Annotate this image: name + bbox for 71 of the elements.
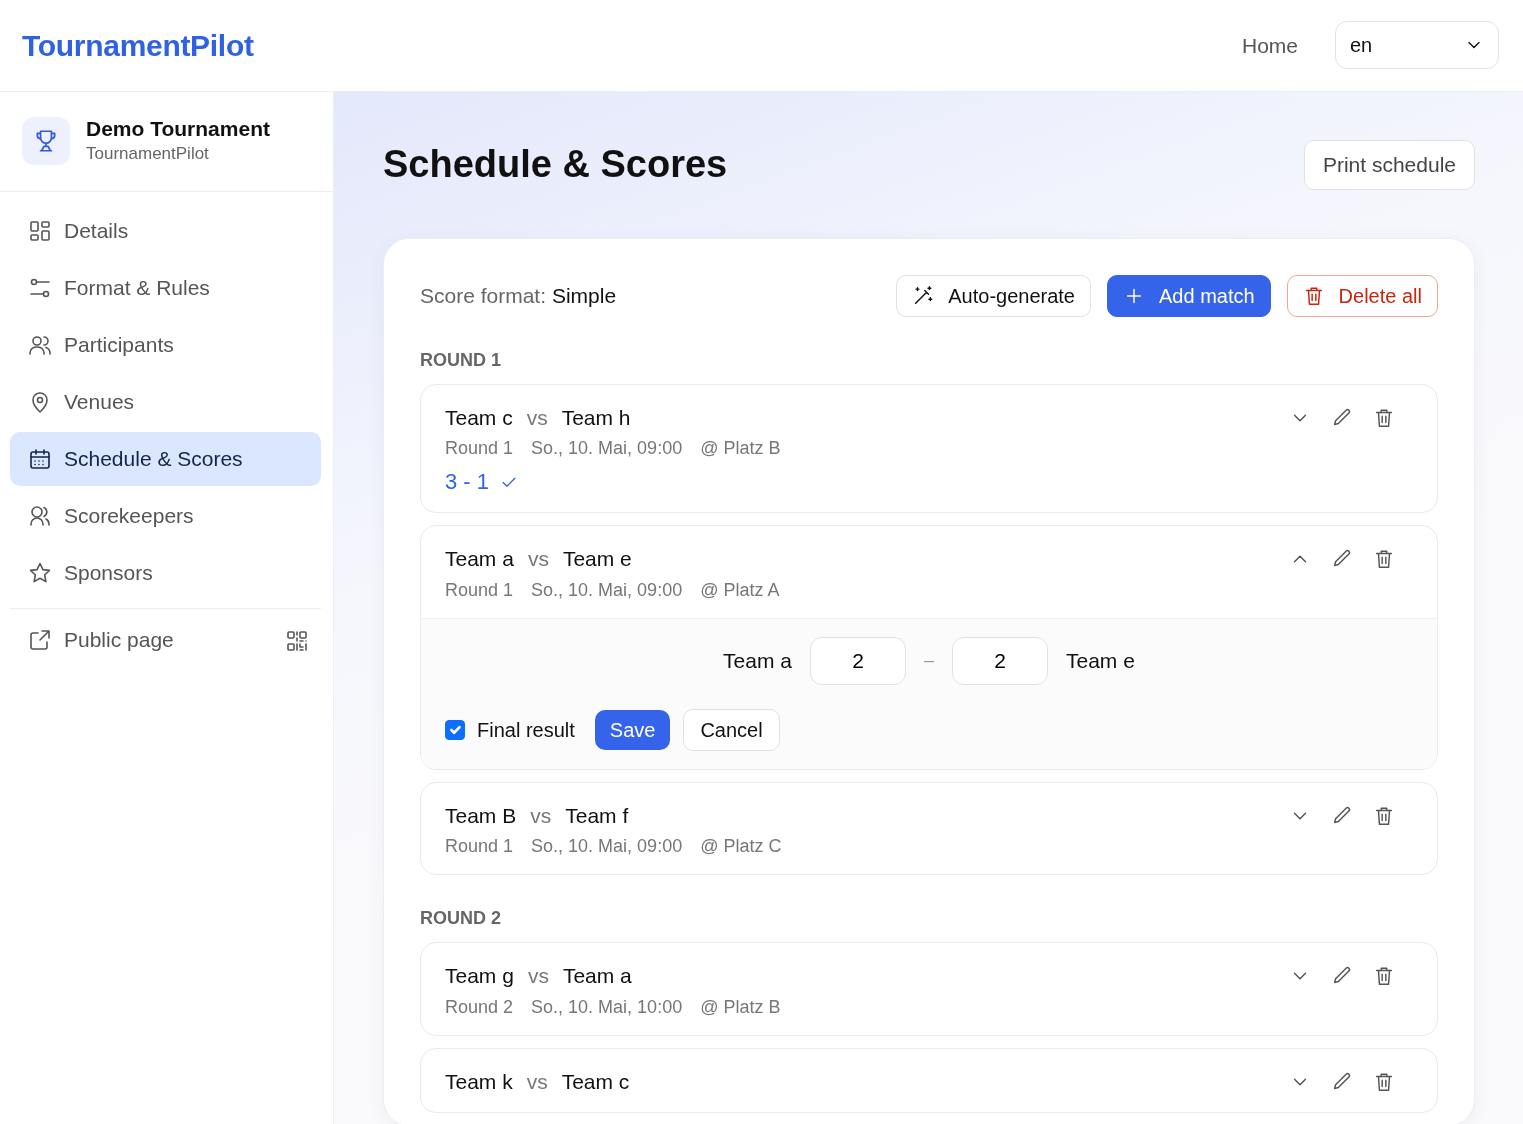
- sidebar-item[interactable]: Participants: [10, 317, 321, 372]
- venue-label: @ Platz C: [700, 835, 782, 859]
- brand-logo[interactable]: TournamentPilot: [22, 22, 254, 68]
- cancel-button[interactable]: Cancel: [683, 708, 780, 751]
- venue-label: @ Platz A: [700, 578, 780, 602]
- round-label: Round 1: [445, 437, 514, 461]
- add-match-button[interactable]: Add match: [1107, 274, 1271, 317]
- team-name: Team a: [723, 648, 792, 675]
- venue-label: @ Platz B: [700, 995, 781, 1019]
- round-label: Round 1: [445, 578, 514, 602]
- sidebar-item[interactable]: Schedule & Scores: [10, 431, 321, 486]
- tournament-subtitle: TournamentPilot: [86, 143, 210, 166]
- magic-wand-icon: [912, 284, 935, 307]
- external-link-icon: [28, 627, 52, 652]
- auto-generate-button[interactable]: Auto-generate: [896, 274, 1091, 317]
- language-select[interactable]: en: [1335, 21, 1499, 70]
- versus-label: vs: [527, 546, 549, 573]
- team-name: Team B: [445, 802, 517, 829]
- score-input[interactable]: 2: [810, 636, 906, 685]
- sidebar-item[interactable]: Venues: [10, 374, 321, 429]
- score-input[interactable]: 2: [952, 636, 1048, 685]
- venue-label: @ Platz B: [700, 437, 781, 461]
- team-name: Team c: [561, 1068, 630, 1095]
- round-heading: ROUND 1: [420, 348, 502, 372]
- versus-label: vs: [527, 963, 549, 990]
- versus-label: vs: [526, 1068, 548, 1095]
- team-name: Team k: [445, 1068, 513, 1095]
- trash-icon[interactable]: [1373, 1070, 1395, 1093]
- team-name: Team g: [445, 963, 514, 990]
- page-title: Schedule & Scores: [383, 142, 728, 188]
- sidebar-item[interactable]: Details: [10, 203, 321, 258]
- score-separator: –: [924, 649, 934, 673]
- round-label: Round 1: [445, 835, 514, 859]
- save-button[interactable]: Save: [594, 709, 671, 750]
- trash-icon[interactable]: [1373, 548, 1395, 571]
- trash-icon[interactable]: [1373, 406, 1395, 429]
- round-heading: ROUND 2: [420, 907, 502, 931]
- team-name: Team c: [445, 404, 513, 431]
- grid-icon: [28, 218, 52, 243]
- match-datetime: So., 10. Mai, 09:00: [531, 578, 683, 602]
- qr-code-icon[interactable]: [285, 629, 309, 654]
- round-label: Round 2: [445, 995, 514, 1019]
- public-page-link[interactable]: Public page: [10, 612, 192, 667]
- team-name: Team e: [562, 546, 632, 573]
- match-score: 3 - 1: [445, 468, 490, 497]
- trash-icon[interactable]: [1373, 965, 1395, 988]
- team-name: Team h: [561, 404, 631, 431]
- trash-icon[interactable]: [1373, 804, 1395, 827]
- versus-label: vs: [530, 802, 552, 829]
- match-datetime: So., 10. Mai, 10:00: [531, 995, 683, 1019]
- home-link[interactable]: Home: [1241, 29, 1298, 62]
- users-icon: [28, 503, 52, 528]
- versus-label: vs: [526, 404, 548, 431]
- print-button[interactable]: Print schedule: [1303, 139, 1475, 190]
- team-name: Team f: [565, 802, 629, 829]
- checkbox-label: Final result: [477, 717, 575, 743]
- match-datetime: So., 10. Mai, 09:00: [531, 437, 683, 461]
- trophy-icon: [22, 117, 70, 166]
- calendar-icon: [28, 446, 52, 471]
- star-icon: [28, 560, 52, 585]
- sidebar-item[interactable]: Format & Rules: [10, 260, 321, 315]
- sidebar-item[interactable]: Scorekeepers: [10, 488, 321, 543]
- tournament-name: Demo Tournament: [86, 115, 270, 142]
- score-format-text: Score format: Simple: [420, 283, 617, 310]
- final-result-checkbox[interactable]: [445, 719, 465, 740]
- delete-all-button[interactable]: Delete all: [1286, 274, 1438, 317]
- match-datetime: So., 10. Mai, 09:00: [531, 835, 683, 859]
- sidebar-item[interactable]: Sponsors: [10, 545, 321, 600]
- team-name: Team a: [445, 546, 514, 573]
- team-name: Team a: [562, 963, 632, 990]
- team-name: Team e: [1066, 648, 1135, 675]
